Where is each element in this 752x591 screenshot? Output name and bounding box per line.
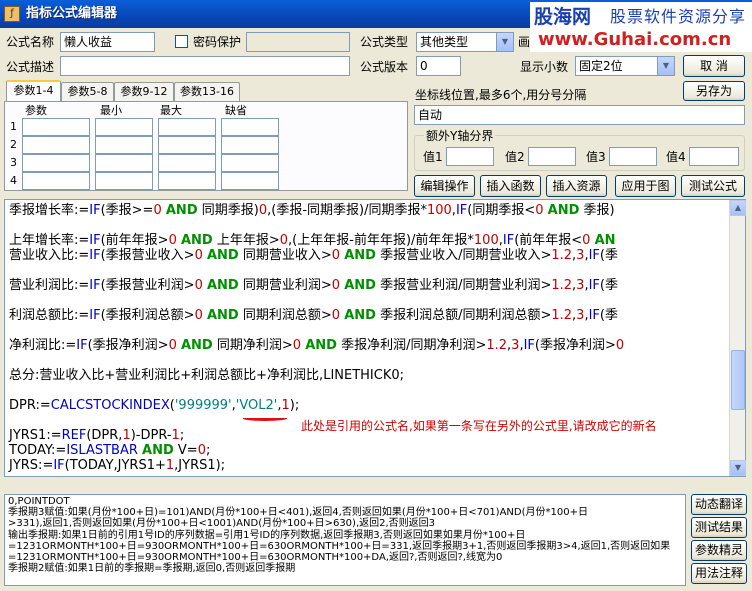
param-row-number: 4 [10,174,17,187]
apply-to-chart-button[interactable]: 应用于图 [615,175,676,197]
usage-note-button[interactable]: 用法注释 [691,563,747,584]
formula-name-input[interactable]: 懒人收益 [60,32,155,52]
param-min-input[interactable] [95,154,153,172]
param-row-number: 2 [10,138,17,151]
password-label: 密码保护 [193,35,242,49]
axis-line-label: 坐标线位置,最多6个,用分号分隔 [415,88,587,102]
test-result-button[interactable]: 测试结果 [691,517,747,538]
brand-slogan: 股票软件资源分享 [610,7,747,26]
insert-function-button[interactable]: 插入函数 [480,175,541,197]
password-input[interactable] [246,32,350,52]
param-default-input[interactable] [221,172,279,190]
red-underline-annotation [243,416,287,421]
value-3-label: 值3 [586,150,606,164]
referenced-formula-name: 'VOL2' [235,398,278,413]
dynamic-translate-button[interactable]: 动态翻译 [691,494,747,515]
code-line: 上年增长率:=IF(前年年报>0 AND 上年年报>0,(上年年报-前年年报)/… [9,233,616,248]
code-line: 营业利润比:=IF(季报营业利润>0 AND 同期营业利润>0 AND 季报营业… [9,278,618,293]
formula-version-label: 公式版本 [360,60,409,74]
tab-params-9-12[interactable]: 参数9-12 [114,82,174,101]
translation-output[interactable]: 0,POINTDOT 季报期3赋值:如果(月份*100+日)=101)AND(月… [4,494,686,586]
decimal-value: 固定2位 [579,59,623,73]
formula-type-value: 其他类型 [420,35,469,49]
param-min-input[interactable] [95,118,153,136]
code-line: 总分:营业收入比+营业利润比+利润总额比+净利润比,LINETHICK0; [9,368,405,383]
editor-vertical-scrollbar[interactable]: ▲ ▼ [729,200,746,476]
tab-params-1-4[interactable]: 参数1-4 [6,80,61,102]
param-max-input[interactable] [158,154,216,172]
cancel-button[interactable]: 取 消 [683,55,745,77]
output-line: >331),返回1,否则返回如果(月份*100+日<1001)AND(月份*10… [8,518,436,530]
value-4-input[interactable] [689,147,739,166]
edit-operation-button[interactable]: 编辑操作 [414,175,475,197]
output-line: =1231ORMONTH*100+日=930ORMONTH*100+日=630O… [8,552,503,564]
param-default-input[interactable] [221,154,279,172]
brand-url: www.Guhai.com.cn [538,29,732,50]
param-min-input[interactable] [95,136,153,154]
scroll-up-icon[interactable]: ▲ [730,200,746,216]
test-formula-button[interactable]: 测试公式 [681,175,745,197]
param-name-input[interactable] [22,118,90,136]
value-3-input[interactable] [609,147,657,166]
formula-name-label: 公式名称 [6,35,55,49]
brand-watermark: 股海网 股票软件资源分享 www.Guhai.com.cn [530,2,752,52]
code-line: 净利润比:=IF(季报净利润>0 AND 同期净利润>0 AND 季报净利润/同… [9,338,625,353]
param-row-number: 1 [10,120,17,133]
scroll-thumb[interactable] [731,350,745,410]
output-line: =1231ORMONTH*100+日=930ORMONTH*100+日=630O… [8,540,671,552]
password-checkbox[interactable] [175,35,188,48]
tab-params-13-16[interactable]: 参数13-16 [174,82,240,101]
annotation-note: 此处是引用的公式名,如果第一条写在另外的公式里,请改成它的新名 [301,419,657,433]
code-line: JYRS:=IF(TODAY,JYRS1+1,JYRS1); [9,458,226,473]
axis-line-input[interactable]: 自动 [414,105,745,125]
window-title: 指标公式编辑器 [26,6,118,21]
value-2-label: 值2 [505,150,525,164]
output-line: 输出季报期:如果1日前的引用1号ID的序列数据=引用1号ID的序列数据,返回季报… [8,529,526,541]
scroll-down-icon[interactable]: ▼ [730,460,746,476]
param-name-input[interactable] [22,154,90,172]
param-row-number: 3 [10,156,17,169]
extra-y-axis-label: 额外Y轴分界 [424,127,496,145]
value-4-label: 值4 [666,150,686,164]
formula-desc-input[interactable] [60,56,350,76]
decimal-label: 显示小数 [520,60,569,74]
code-line: TODAY:=ISLASTBAR AND V=0; [9,443,211,458]
param-max-input[interactable] [158,118,216,136]
param-min-input[interactable] [95,172,153,190]
param-wizard-button[interactable]: 参数精灵 [691,540,747,561]
insert-resource-button[interactable]: 插入资源 [546,175,607,197]
brand-name: 股海网 [534,6,592,28]
draw-method-label-cut: 画 [518,35,531,49]
formula-desc-label: 公式描述 [6,60,55,74]
app-icon: ƒ [4,6,20,22]
output-line: 0,POINTDOT [8,496,70,507]
chevron-down-icon[interactable]: ▼ [657,57,674,75]
param-max-input[interactable] [158,136,216,154]
code-editor[interactable]: 季报增长率:=IF(季报>=0 AND 同期季报)0,(季报-同期季报)/同期季… [4,199,746,477]
code-line: 季报增长率:=IF(季报>=0 AND 同期季报)0,(季报-同期季报)/同期季… [9,203,615,218]
formula-type-label: 公式类型 [360,35,409,49]
formula-type-select[interactable]: 其他类型 ▼ [416,32,514,52]
save-as-button[interactable]: 另存为 [683,81,745,101]
output-line: 季报期3赋值:如果(月份*100+日)=101)AND(月份*100+日<401… [8,507,588,519]
value-1-label: 值1 [423,150,443,164]
param-default-input[interactable] [221,118,279,136]
formula-version-input[interactable]: 0 [416,56,461,76]
chevron-down-icon[interactable]: ▼ [496,33,513,51]
param-default-input[interactable] [221,136,279,154]
param-max-input[interactable] [158,172,216,190]
code-line: JYRS1:=REF(DPR,1)-DPR-1; [9,428,185,443]
output-line: 季报期2赋值:如果1日前的季报期=季报期,返回0,否则返回季报期 [8,563,296,575]
param-name-input[interactable] [22,172,90,190]
param-name-input[interactable] [22,136,90,154]
value-2-input[interactable] [528,147,576,166]
value-1-input[interactable] [446,147,494,166]
code-line: DPR:=CALCSTOCKINDEX('999999','VOL2',1); [9,398,300,413]
decimal-select[interactable]: 固定2位 ▼ [575,56,675,76]
code-line: 利润总额比:=IF(季报利润总额>0 AND 同期利润总额>0 AND 季报利润… [9,308,618,323]
tab-params-5-8[interactable]: 参数5-8 [61,82,114,101]
code-line: 营业收入比:=IF(季报营业收入>0 AND 同期营业收入>0 AND 季报营业… [9,248,618,263]
